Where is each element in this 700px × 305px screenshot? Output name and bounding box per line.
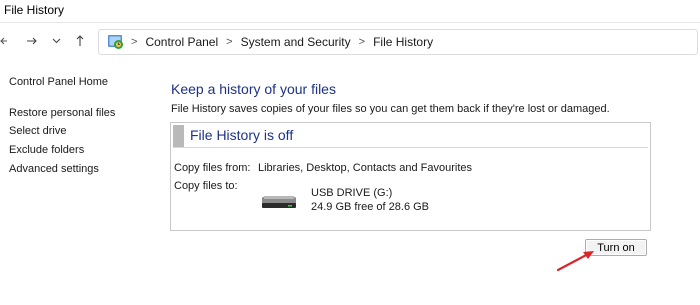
breadcrumb-system-and-security[interactable]: System and Security	[241, 35, 351, 49]
status-indicator-bar	[173, 125, 184, 147]
sidebar-item-restore-personal-files[interactable]: Restore personal files	[9, 107, 115, 119]
breadcrumb-separator: >	[358, 36, 366, 48]
back-button[interactable]	[0, 30, 12, 52]
sidebar-item-advanced-settings[interactable]: Advanced settings	[9, 163, 99, 175]
page-description: File History saves copies of your files …	[171, 103, 610, 115]
copy-from-value: Libraries, Desktop, Contacts and Favouri…	[258, 162, 472, 174]
address-bar[interactable]: > Control Panel > System and Security > …	[98, 29, 698, 55]
sidebar-item-select-drive[interactable]: Select drive	[9, 125, 66, 137]
title-bar: File History	[0, 0, 700, 23]
usb-drive-icon	[262, 196, 296, 208]
breadcrumb-control-panel[interactable]: Control Panel	[145, 35, 218, 49]
control-panel-icon	[108, 35, 123, 49]
navigation-bar: > Control Panel > System and Security > …	[0, 26, 700, 58]
drive-name: USB DRIVE (G:)	[311, 187, 393, 199]
sidebar-item-exclude-folders[interactable]: Exclude folders	[9, 144, 84, 156]
forward-button[interactable]	[22, 30, 42, 52]
page-title: Keep a history of your files	[171, 81, 336, 97]
status-title: File History is off	[190, 127, 294, 143]
file-history-status-panel: File History is off Copy files from: Lib…	[170, 122, 651, 231]
chevron-down-icon	[52, 38, 60, 44]
copy-to-label: Copy files to:	[174, 180, 238, 192]
breadcrumb-separator: >	[226, 36, 233, 48]
arrow-right-icon	[27, 37, 37, 45]
arrow-up-icon	[76, 35, 84, 46]
up-button[interactable]	[70, 30, 90, 52]
drive-free-space: 24.9 GB free of 28.6 GB	[311, 201, 430, 213]
sidebar-item-control-panel-home[interactable]: Control Panel Home	[9, 76, 108, 88]
red-annotation-arrow	[556, 251, 594, 272]
copy-from-label: Copy files from:	[174, 162, 251, 174]
breadcrumb-file-history[interactable]: File History	[373, 35, 433, 49]
window-title: File History	[4, 3, 65, 17]
breadcrumb-separator: >	[131, 36, 138, 48]
status-header: File History is off	[173, 125, 648, 148]
arrow-left-icon	[0, 37, 7, 45]
recent-locations-button[interactable]	[46, 30, 66, 52]
